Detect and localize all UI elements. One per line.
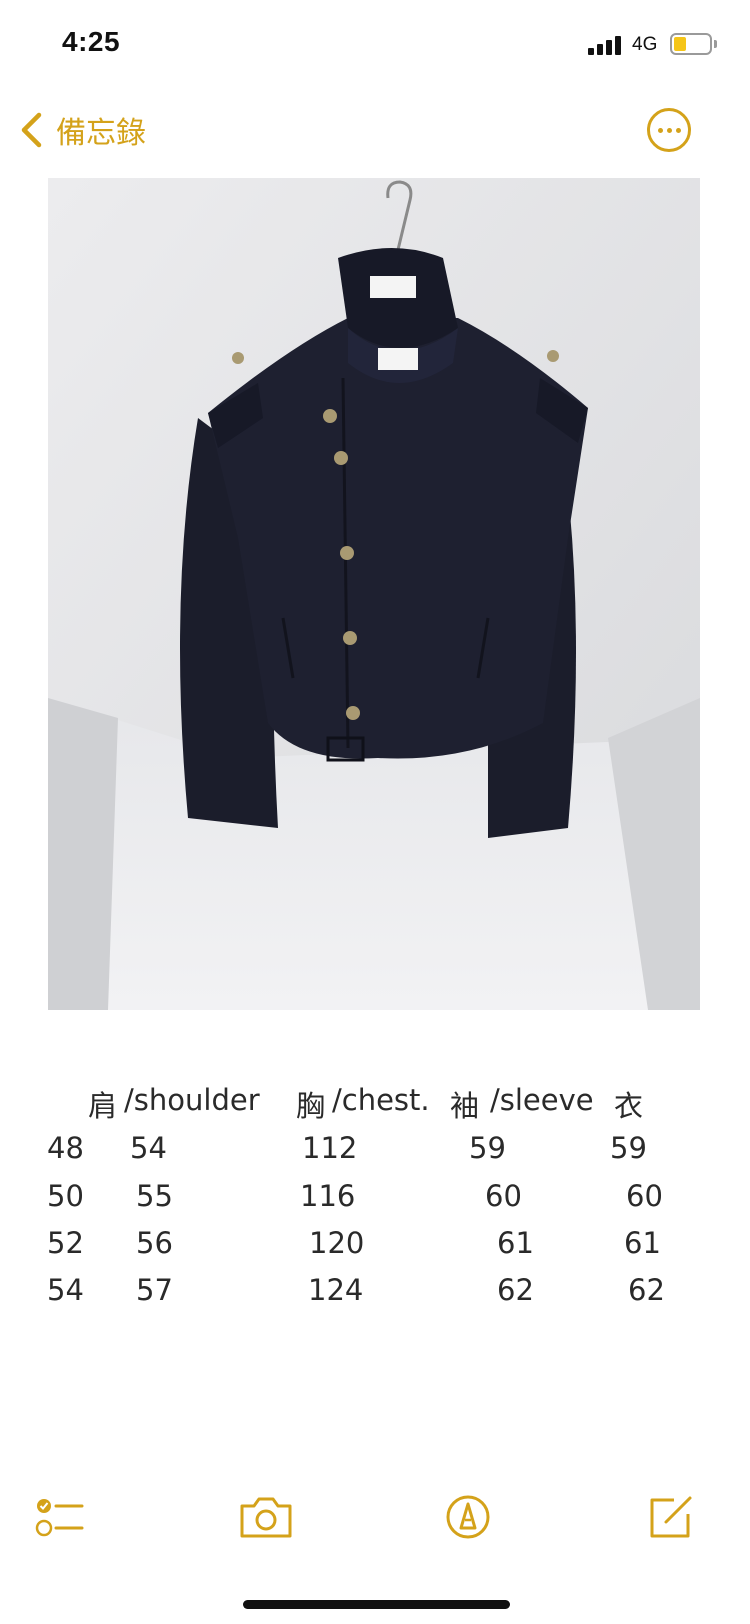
- back-label: 備忘錄: [56, 116, 146, 151]
- size-cell: 62: [628, 1273, 665, 1307]
- header-chest-cn: 胸: [296, 1089, 326, 1123]
- back-button[interactable]: 備忘錄: [18, 108, 146, 152]
- size-cell: 60: [626, 1179, 663, 1213]
- network-type: 4G: [632, 34, 658, 55]
- size-cell: 61: [624, 1226, 661, 1260]
- size-cell: 60: [485, 1179, 522, 1213]
- header-sleeve-en: /sleeve: [490, 1083, 594, 1117]
- jacket-image: [48, 178, 700, 1010]
- size-cell: 59: [469, 1131, 506, 1165]
- home-indicator[interactable]: [243, 1600, 510, 1609]
- size-cell: 56: [136, 1226, 173, 1260]
- size-cell: 54: [130, 1131, 167, 1165]
- jacket-photo[interactable]: [48, 178, 700, 1010]
- status-bar: 4:25 4G: [0, 0, 750, 90]
- size-cell: 124: [308, 1273, 364, 1307]
- header-sleeve-cn: 袖: [450, 1089, 480, 1123]
- size-cell: 62: [497, 1273, 534, 1307]
- markup-pen-icon: [446, 1495, 490, 1539]
- more-options-button[interactable]: [647, 108, 691, 152]
- header-shoulder-cn: 肩: [88, 1089, 118, 1123]
- status-time: 4:25: [62, 26, 121, 57]
- header-shoulder-en: /shoulder: [124, 1083, 260, 1117]
- markup-button[interactable]: [440, 1492, 496, 1542]
- header-chest-en: /chest.: [332, 1083, 430, 1117]
- size-cell: 54: [47, 1273, 84, 1307]
- battery-cap: [714, 40, 717, 48]
- camera-icon: [240, 1497, 292, 1538]
- header-length-cn: 衣: [614, 1089, 644, 1123]
- size-cell: 48: [47, 1131, 84, 1165]
- camera-button[interactable]: [238, 1492, 294, 1542]
- signal-icon: [588, 35, 622, 55]
- checklist-button[interactable]: [32, 1492, 88, 1542]
- compose-icon: [650, 1496, 692, 1538]
- size-cell: 61: [497, 1226, 534, 1260]
- size-cell: 116: [300, 1179, 356, 1213]
- ellipsis-dot: [675, 127, 681, 133]
- checklist-icon: [35, 1499, 84, 1537]
- size-cell: 112: [302, 1131, 358, 1165]
- battery-icon: [670, 33, 712, 55]
- chevron-left-icon: [21, 112, 42, 148]
- compose-button[interactable]: [644, 1492, 700, 1542]
- ellipsis-dot: [657, 127, 663, 133]
- size-cell: 55: [136, 1179, 173, 1213]
- size-cell: 59: [610, 1131, 647, 1165]
- size-cell: 52: [47, 1226, 84, 1260]
- ellipsis-dot: [666, 127, 672, 133]
- size-cell: 57: [136, 1273, 173, 1307]
- size-cell: 50: [47, 1179, 84, 1213]
- size-cell: 120: [309, 1226, 365, 1260]
